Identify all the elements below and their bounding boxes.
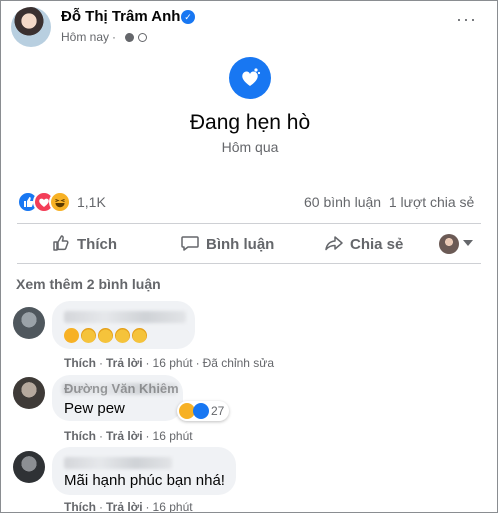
- comment-text: Pew pew: [64, 400, 125, 417]
- comment-count[interactable]: 60 bình luận: [304, 194, 381, 210]
- comment-text: Mãi hạnh phúc bạn nhá!: [64, 472, 225, 489]
- commenter-avatar[interactable]: [13, 377, 45, 409]
- heart-eyes-emoji-icon: [115, 328, 130, 343]
- heart-eyes-emoji-icon: [81, 328, 96, 343]
- like-reaction-icon: [193, 403, 209, 419]
- comment-time[interactable]: 16 phút: [153, 500, 193, 512]
- comment-reaction-count: 27: [211, 404, 225, 418]
- divider: [17, 263, 481, 264]
- reactor-avatar[interactable]: [439, 234, 459, 254]
- verified-badge-icon: ✓: [181, 10, 195, 24]
- comment-bubble: Mãi hạnh phúc bạn nhá!: [52, 447, 236, 495]
- commenter-name[interactable]: Đường Văn Khiêm: [64, 381, 179, 396]
- like-label: Thích: [77, 236, 117, 253]
- laughing-emoji-icon: [64, 328, 79, 343]
- clock-icon: [125, 33, 135, 42]
- globe-icon: [138, 33, 148, 42]
- commenter-name-redacted[interactable]: [64, 311, 186, 323]
- comment-time[interactable]: 16 phút: [153, 429, 193, 443]
- comment-button[interactable]: Bình luận: [180, 233, 274, 255]
- commenter-name-redacted[interactable]: [64, 457, 172, 469]
- commenter-avatar[interactable]: [13, 307, 45, 339]
- haha-reaction-icon: [49, 191, 71, 213]
- emoji-row: [64, 328, 149, 346]
- life-event-date: Hôm qua: [221, 139, 279, 155]
- commenter-avatar[interactable]: [13, 451, 45, 483]
- see-more-comments-link[interactable]: Xem thêm 2 bình luận: [16, 276, 161, 292]
- share-label: Chia sẻ: [350, 236, 404, 253]
- author-name[interactable]: Đỗ Thị Trâm Anh: [61, 8, 180, 25]
- comment-time[interactable]: 16 phút: [153, 356, 193, 370]
- reaction-count[interactable]: 1,1K: [77, 194, 106, 210]
- speech-bubble-icon: [181, 236, 199, 251]
- comment-reply-link[interactable]: Trả lời: [106, 429, 143, 443]
- more-options-icon[interactable]: ···: [456, 9, 477, 30]
- comment-like-link[interactable]: Thích: [64, 429, 96, 443]
- chevron-down-icon[interactable]: [463, 240, 473, 246]
- like-button[interactable]: Thích: [51, 233, 117, 255]
- comment-footer: Thích · Trả lời · 16 phút · Đã chỉnh sửa: [64, 356, 274, 370]
- comment-label: Bình luận: [206, 236, 275, 253]
- share-arrow-icon: [325, 236, 343, 251]
- heart-eyes-emoji-icon: [132, 328, 147, 343]
- share-button[interactable]: Chia sẻ: [324, 233, 403, 255]
- comment-footer: Thích · Trả lời · 16 phút: [64, 500, 193, 513]
- divider: [17, 223, 481, 224]
- comment-edited: Đã chỉnh sửa: [202, 356, 274, 370]
- comment-bubble: Đường Văn Khiêm Pew pew: [52, 375, 183, 421]
- thumbs-up-icon: [53, 235, 69, 251]
- life-event-title: Đang hẹn hò: [189, 111, 311, 134]
- separator-dot: ·: [112, 30, 117, 44]
- post-meta: Hôm nay ·: [61, 30, 148, 44]
- comment-reactions[interactable]: 27: [177, 401, 229, 421]
- comment-like-link[interactable]: Thích: [64, 500, 96, 512]
- author-avatar[interactable]: [11, 7, 51, 47]
- engagement-counts: 60 bình luận 1 lượt chia sẻ: [304, 194, 474, 210]
- share-count[interactable]: 1 lượt chia sẻ: [389, 194, 474, 210]
- comment-footer: Thích · Trả lời · 16 phút: [64, 429, 193, 443]
- comment-bubble: [52, 301, 195, 349]
- heart-icon: [229, 57, 271, 99]
- comment-reply-link[interactable]: Trả lời: [106, 356, 143, 370]
- facebook-post: Đỗ Thị Trâm Anh ✓ Hôm nay · ··· Đang hẹn …: [0, 0, 498, 513]
- post-time[interactable]: Hôm nay: [61, 30, 109, 44]
- heart-eyes-emoji-icon: [98, 328, 113, 343]
- comment-reply-link[interactable]: Trả lời: [106, 500, 143, 512]
- comment-like-link[interactable]: Thích: [64, 356, 96, 370]
